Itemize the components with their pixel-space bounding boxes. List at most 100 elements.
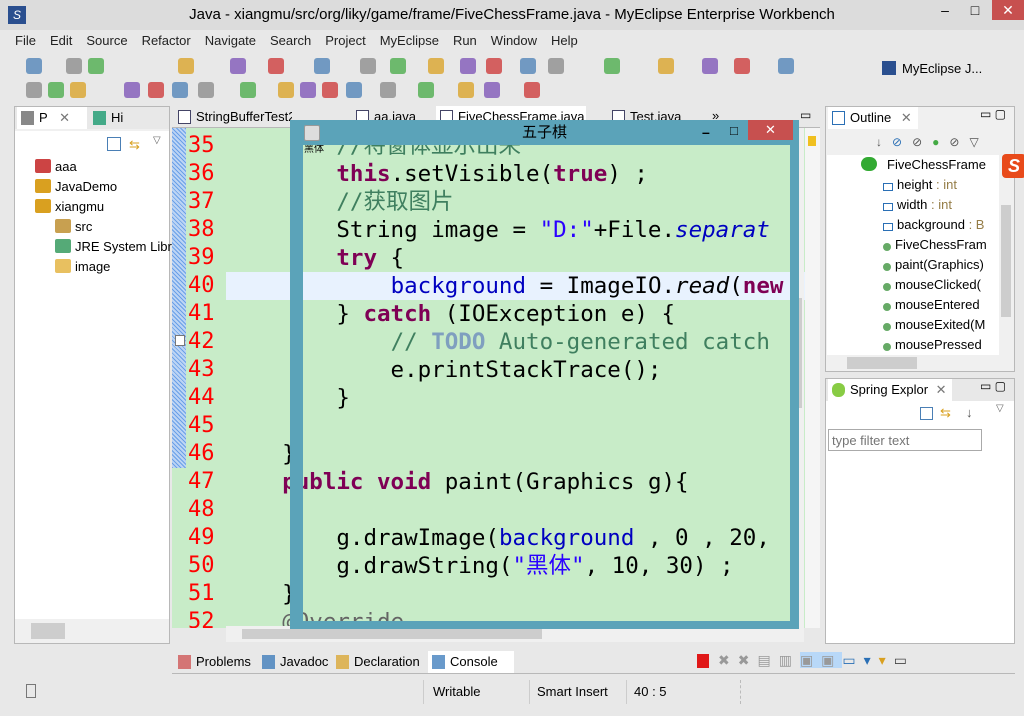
spring-minimize-icon[interactable]: ▭ ▢ bbox=[980, 379, 1006, 393]
sort-icon[interactable]: ↓ bbox=[966, 405, 973, 420]
outline-toolbar[interactable]: ↓⊘⊘●⊘▽ bbox=[876, 135, 989, 149]
toolbar-button-icon[interactable] bbox=[658, 58, 674, 74]
toolbar-button-icon[interactable] bbox=[346, 82, 362, 98]
toolbar-button-icon[interactable] bbox=[148, 82, 164, 98]
menu-source[interactable]: Source bbox=[79, 31, 134, 51]
tab-declaration[interactable]: Declaration bbox=[332, 651, 426, 673]
scroll-lock-icon[interactable]: ▥ bbox=[779, 652, 800, 668]
editor-minimize-icon[interactable]: ▭ bbox=[800, 108, 811, 122]
terminate-icon[interactable] bbox=[697, 654, 709, 668]
toolbar-button-icon[interactable] bbox=[734, 58, 750, 74]
toolbar-button-icon[interactable] bbox=[428, 58, 444, 74]
outline-scrollbar[interactable] bbox=[999, 155, 1013, 355]
dialog-minimize-button[interactable]: – bbox=[702, 124, 710, 140]
pin-console-icon[interactable]: ▭ bbox=[842, 652, 863, 668]
close-tab-icon[interactable]: ✕ bbox=[901, 110, 912, 125]
tree-item[interactable]: image bbox=[55, 257, 110, 277]
toolbar-button-icon[interactable] bbox=[390, 58, 406, 74]
remove-all-icon[interactable]: ✖ bbox=[738, 652, 758, 668]
display-console-icon[interactable]: ▾ bbox=[864, 652, 879, 668]
hide-nonpublic-icon[interactable]: ● bbox=[932, 135, 949, 149]
outline-item[interactable]: FiveChessFrame bbox=[861, 155, 986, 175]
clear-console-icon[interactable]: ▤ bbox=[757, 652, 778, 668]
horizontal-scrollbar[interactable] bbox=[15, 619, 169, 643]
tab-problems[interactable]: Problems bbox=[174, 651, 258, 673]
toolbar-button-icon[interactable] bbox=[70, 82, 86, 98]
link-with-editor-icon[interactable]: ⇆ bbox=[129, 137, 145, 152]
collapse-all-icon[interactable] bbox=[920, 407, 933, 420]
toolbar-button-icon[interactable] bbox=[418, 82, 434, 98]
toolbar-button-icon[interactable] bbox=[322, 82, 338, 98]
toolbar-button-icon[interactable] bbox=[486, 58, 502, 74]
outline-item[interactable]: mouseExited(M bbox=[883, 315, 985, 335]
menu-help[interactable]: Help bbox=[544, 31, 585, 51]
tree-item[interactable]: JRE System Libr bbox=[55, 237, 172, 257]
toolbar-button-icon[interactable] bbox=[278, 82, 294, 98]
tab-spring-explorer[interactable]: Spring Explor ✕ bbox=[828, 379, 952, 401]
show-on-stderr-icon[interactable]: ▣ bbox=[821, 652, 843, 668]
toolbar-button-icon[interactable] bbox=[240, 82, 256, 98]
toolbar-button-icon[interactable] bbox=[48, 82, 64, 98]
menu-project[interactable]: Project bbox=[318, 31, 372, 51]
tab-outline[interactable]: Outline ✕ bbox=[828, 107, 918, 129]
perspective-switcher[interactable]: MyEclipse J... bbox=[860, 60, 1010, 80]
open-console-icon[interactable]: ▾ bbox=[879, 652, 894, 668]
view-menu-icon[interactable]: ▽ bbox=[969, 135, 988, 149]
editor-tab[interactable]: StringBufferTest2.ja bbox=[174, 106, 292, 128]
tab-package-explorer[interactable]: P ✕ bbox=[17, 107, 87, 129]
hide-static-icon[interactable]: ⊘ bbox=[912, 135, 932, 149]
toolbar-button-icon[interactable] bbox=[380, 82, 396, 98]
tree-item[interactable]: xiangmu bbox=[35, 197, 104, 217]
toolbar-button-icon[interactable] bbox=[172, 82, 188, 98]
five-chess-title-bar[interactable]: 五子棋 – □ ✕ bbox=[290, 120, 799, 145]
toolbar-button-icon[interactable] bbox=[26, 58, 42, 74]
tree-item[interactable]: JavaDemo bbox=[35, 177, 117, 197]
outline-minimize-icon[interactable]: ▭ ▢ bbox=[980, 107, 1006, 121]
tree-item[interactable]: src bbox=[55, 217, 92, 237]
console-toolbar[interactable]: ✖✖▤▥▣▣▭▾▾▭ bbox=[718, 652, 915, 669]
dialog-close-button[interactable]: ✕ bbox=[748, 120, 793, 140]
outline-item[interactable]: mouseClicked( bbox=[883, 275, 981, 295]
toolbar-button-icon[interactable] bbox=[300, 82, 316, 98]
outline-item[interactable]: width : int bbox=[883, 195, 952, 215]
remove-launch-icon[interactable]: ✖ bbox=[718, 652, 738, 668]
toolbar-button-icon[interactable] bbox=[178, 58, 194, 74]
outline-item[interactable]: FiveChessFram bbox=[883, 235, 987, 255]
link-with-editor-icon[interactable]: ⇆ bbox=[940, 405, 951, 421]
tab-javadoc[interactable]: Javadoc bbox=[258, 651, 330, 673]
menu-edit[interactable]: Edit bbox=[43, 31, 79, 51]
toolbar-button-icon[interactable] bbox=[548, 58, 564, 74]
toolbar-button-icon[interactable] bbox=[460, 58, 476, 74]
toolbar-button-icon[interactable] bbox=[124, 82, 140, 98]
show-on-stdout-icon[interactable]: ▣ bbox=[799, 652, 822, 668]
menu-run[interactable]: Run bbox=[446, 31, 484, 51]
toolbar-button-icon[interactable] bbox=[88, 58, 104, 74]
outline-item[interactable]: height : int bbox=[883, 175, 957, 195]
outline-item[interactable]: mouseEntered bbox=[883, 295, 980, 315]
toolbar-button-icon[interactable] bbox=[520, 58, 536, 74]
outline-item[interactable]: background : B bbox=[883, 215, 984, 235]
close-button[interactable]: ✕ bbox=[992, 0, 1024, 20]
minimize-button[interactable]: – bbox=[930, 0, 960, 20]
outline-hscrollbar[interactable] bbox=[827, 355, 1013, 371]
view-menu-icon[interactable]: ▽ bbox=[996, 403, 1004, 414]
hide-local-types-icon[interactable]: ⊘ bbox=[949, 135, 969, 149]
view-menu-icon[interactable]: ▽ bbox=[153, 135, 161, 146]
menu-window[interactable]: Window bbox=[484, 31, 544, 51]
tree-item[interactable]: aaa bbox=[35, 157, 77, 177]
hide-fields-icon[interactable]: ⊘ bbox=[892, 135, 912, 149]
menu-file[interactable]: File bbox=[8, 31, 43, 51]
toolbar-button-icon[interactable] bbox=[524, 82, 540, 98]
outline-item[interactable]: mousePressed bbox=[883, 335, 982, 355]
toolbar-button-icon[interactable] bbox=[360, 58, 376, 74]
toolbar-button-icon[interactable] bbox=[778, 58, 794, 74]
sort-icon[interactable]: ↓ bbox=[876, 135, 892, 149]
toolbar-button-icon[interactable] bbox=[230, 58, 246, 74]
toolbar-button-icon[interactable] bbox=[484, 82, 500, 98]
toolbar-button-icon[interactable] bbox=[702, 58, 718, 74]
filter-input[interactable] bbox=[828, 429, 982, 451]
collapse-all-icon[interactable] bbox=[107, 137, 121, 151]
toolbar-button-icon[interactable] bbox=[26, 82, 42, 98]
outline-item[interactable]: paint(Graphics) bbox=[883, 255, 984, 275]
minimize-icon[interactable]: ▭ bbox=[894, 652, 915, 668]
